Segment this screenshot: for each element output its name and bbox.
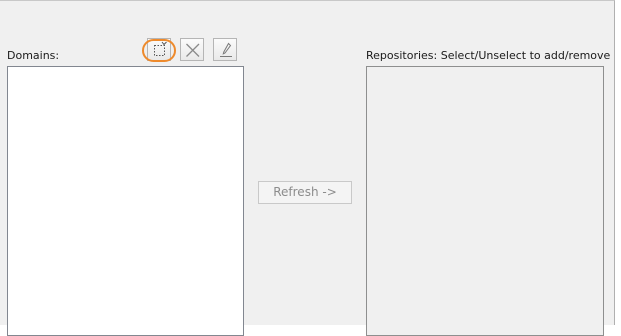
repositories-label: Repositories: Select/Unselect to add/rem… (366, 49, 611, 62)
refresh-button[interactable]: Refresh -> (258, 181, 352, 204)
domain-repository-panel: Domains: Refresh -> Repositories: Select… (0, 0, 615, 336)
repositories-list[interactable] (366, 66, 604, 336)
domains-label: Domains: (7, 49, 60, 62)
new-domain-button[interactable] (147, 38, 171, 61)
domains-list[interactable] (7, 66, 244, 336)
edit-domain-button[interactable] (213, 38, 237, 61)
delete-domain-button[interactable] (180, 38, 204, 61)
